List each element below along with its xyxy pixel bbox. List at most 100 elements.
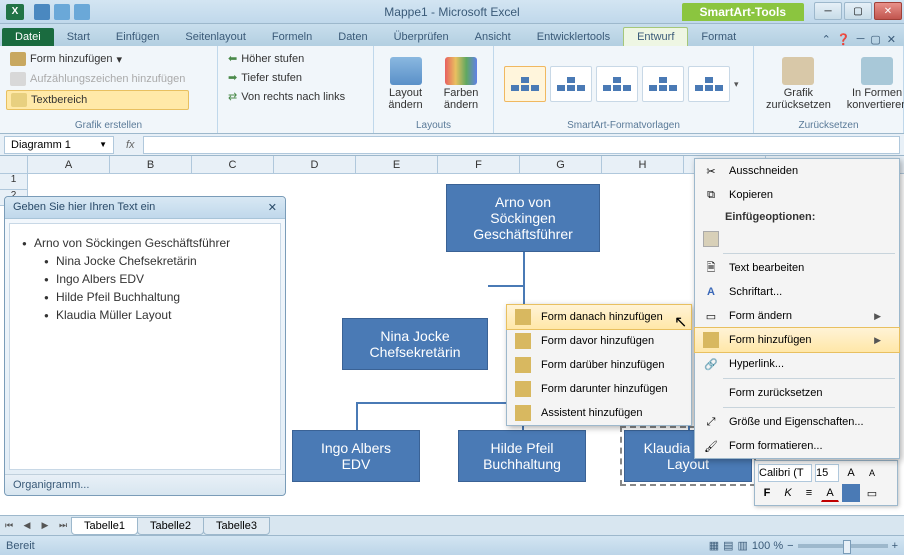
fx-label[interactable]: fx <box>118 139 143 151</box>
sheet-tab[interactable]: Tabelle2 <box>137 517 204 535</box>
menu-item-font[interactable]: ASchriftart... <box>695 280 899 304</box>
col-header[interactable]: G <box>520 156 602 173</box>
redo-icon[interactable] <box>74 4 90 20</box>
sheet-nav-last-icon[interactable]: ⏭ <box>54 520 72 531</box>
menu-item-copy[interactable]: ⧉Kopieren <box>695 183 899 207</box>
outline-color-icon[interactable]: ▭ <box>863 484 881 502</box>
menu-item-cut[interactable]: ✂Ausschneiden <box>695 159 899 183</box>
promote-button[interactable]: ⬅Höher stufen <box>224 50 349 67</box>
minimize-ribbon-icon[interactable]: ⌃ <box>822 33 831 46</box>
fill-color-icon[interactable] <box>842 484 860 502</box>
menu-item-size-props[interactable]: ⤢Größe und Eigenschaften... <box>695 410 899 434</box>
bold-icon[interactable]: F <box>758 484 776 502</box>
zoom-in-icon[interactable]: + <box>892 540 898 552</box>
tab-insert[interactable]: Einfügen <box>103 28 172 46</box>
text-pane-footer[interactable]: Organigramm... <box>5 474 285 495</box>
change-colors-button[interactable]: Farben ändern <box>435 50 487 118</box>
font-size-input[interactable] <box>815 464 839 482</box>
menu-item-change-shape[interactable]: ▭Form ändern▶ <box>695 304 899 328</box>
org-node-child-1[interactable]: Ingo AlbersEDV <box>292 430 420 482</box>
view-normal-icon[interactable]: ▦ <box>709 539 719 552</box>
list-item[interactable]: Nina Jocke Chefsekretärin <box>56 254 270 268</box>
zoom-level[interactable]: 100 % <box>752 540 783 552</box>
undo-icon[interactable] <box>54 4 70 20</box>
list-item[interactable]: Ingo Albers EDV <box>56 272 270 286</box>
formula-input[interactable] <box>143 136 900 154</box>
org-node-child-2[interactable]: Hilde PfeilBuchhaltung <box>458 430 586 482</box>
tab-design[interactable]: Entwurf <box>623 27 688 46</box>
menu-item-paste-option[interactable] <box>695 227 899 251</box>
tab-file[interactable]: Datei <box>2 28 54 46</box>
reset-graphic-button[interactable]: Grafik zurücksetzen <box>760 50 837 118</box>
tab-review[interactable]: Überprüfen <box>381 28 462 46</box>
italic-icon[interactable]: K <box>779 484 797 502</box>
menu-item-edit-text[interactable]: 🗎Text bearbeiten <box>695 256 899 280</box>
tab-data[interactable]: Daten <box>325 28 380 46</box>
menu-item-add-shape[interactable]: Form hinzufügen▶ <box>694 327 900 353</box>
minimize-button[interactable]: ─ <box>814 2 842 20</box>
menu-item-add-before[interactable]: Form davor hinzufügen <box>507 329 691 353</box>
font-color-icon[interactable]: A <box>821 484 839 502</box>
zoom-out-icon[interactable]: − <box>787 540 793 552</box>
row-header[interactable]: 1 <box>0 174 27 190</box>
style-thumb-5[interactable] <box>688 66 730 102</box>
tab-formulas[interactable]: Formeln <box>259 28 325 46</box>
tab-view[interactable]: Ansicht <box>462 28 524 46</box>
list-item[interactable]: Arno von Söckingen Geschäftsführer <box>34 236 270 250</box>
maximize-button[interactable]: ▢ <box>844 2 872 20</box>
window-restore-icon[interactable]: ▢ <box>870 33 880 46</box>
demote-button[interactable]: ➡Tiefer stufen <box>224 69 349 86</box>
sheet-nav-next-icon[interactable]: ▶ <box>36 520 54 531</box>
rtl-button[interactable]: ⇄Von rechts nach links <box>224 88 349 105</box>
sheet-tab[interactable]: Tabelle3 <box>203 517 270 535</box>
menu-item-add-below[interactable]: Form darunter hinzufügen <box>507 377 691 401</box>
org-node-top[interactable]: Arno vonSöckingenGeschäftsführer <box>446 184 600 252</box>
org-node-assistant[interactable]: Nina JockeChefsekretärin <box>342 318 488 370</box>
col-header[interactable]: B <box>110 156 192 173</box>
view-layout-icon[interactable]: ▤ <box>723 539 733 552</box>
col-header[interactable]: C <box>192 156 274 173</box>
menu-item-add-above[interactable]: Form darüber hinzufügen <box>507 353 691 377</box>
chevron-down-icon[interactable]: ▼ <box>99 140 107 149</box>
gallery-more-icon[interactable]: ▾ <box>734 79 739 90</box>
sheet-tab[interactable]: Tabelle1 <box>71 517 138 535</box>
col-header[interactable]: A <box>28 156 110 173</box>
select-all-corner[interactable] <box>0 156 28 173</box>
menu-item-format-shape[interactable]: 🖌Form formatieren... <box>695 434 899 458</box>
change-layout-button[interactable]: Layout ändern <box>380 50 431 118</box>
align-icon[interactable]: ≡ <box>800 484 818 502</box>
menu-item-reset-shape[interactable]: Form zurücksetzen <box>695 381 899 405</box>
font-name-input[interactable] <box>758 464 812 482</box>
close-icon[interactable]: ✕ <box>268 201 277 214</box>
window-close-icon[interactable]: ✕ <box>887 33 896 46</box>
name-box[interactable]: Diagramm 1▼ <box>4 136 114 154</box>
view-break-icon[interactable]: ▥ <box>738 539 748 552</box>
tab-format[interactable]: Format <box>688 28 749 46</box>
shrink-font-icon[interactable]: A <box>863 464 881 482</box>
smartart-text-pane[interactable]: Geben Sie hier Ihren Text ein ✕ Arno von… <box>4 196 286 496</box>
zoom-slider[interactable] <box>798 544 888 548</box>
tab-start[interactable]: Start <box>54 28 103 46</box>
text-pane-toggle[interactable]: Textbereich <box>6 90 189 110</box>
grow-font-icon[interactable]: A <box>842 464 860 482</box>
style-gallery[interactable]: ▾ <box>500 50 747 118</box>
style-thumb-1[interactable] <box>504 66 546 102</box>
menu-item-add-after[interactable]: Form danach hinzufügen <box>506 304 692 330</box>
style-thumb-3[interactable] <box>596 66 638 102</box>
style-thumb-4[interactable] <box>642 66 684 102</box>
close-button[interactable]: ✕ <box>874 2 902 20</box>
col-header[interactable]: E <box>356 156 438 173</box>
help-icon[interactable]: ❓ <box>837 33 851 46</box>
sheet-nav-first-icon[interactable]: ⏮ <box>0 520 18 531</box>
text-pane-body[interactable]: Arno von Söckingen Geschäftsführer Nina … <box>9 223 281 470</box>
col-header[interactable]: H <box>602 156 684 173</box>
list-item[interactable]: Klaudia Müller Layout <box>56 308 270 322</box>
window-minimize-icon[interactable]: ─ <box>857 33 865 46</box>
menu-item-hyperlink[interactable]: 🔗Hyperlink... <box>695 352 899 376</box>
tab-pagelayout[interactable]: Seitenlayout <box>172 28 259 46</box>
col-header[interactable]: D <box>274 156 356 173</box>
add-shape-button[interactable]: Form hinzufügen ▾ <box>6 50 189 68</box>
style-thumb-2[interactable] <box>550 66 592 102</box>
convert-shapes-button[interactable]: In Formen konvertieren <box>841 50 904 118</box>
sheet-nav-prev-icon[interactable]: ◀ <box>18 520 36 531</box>
